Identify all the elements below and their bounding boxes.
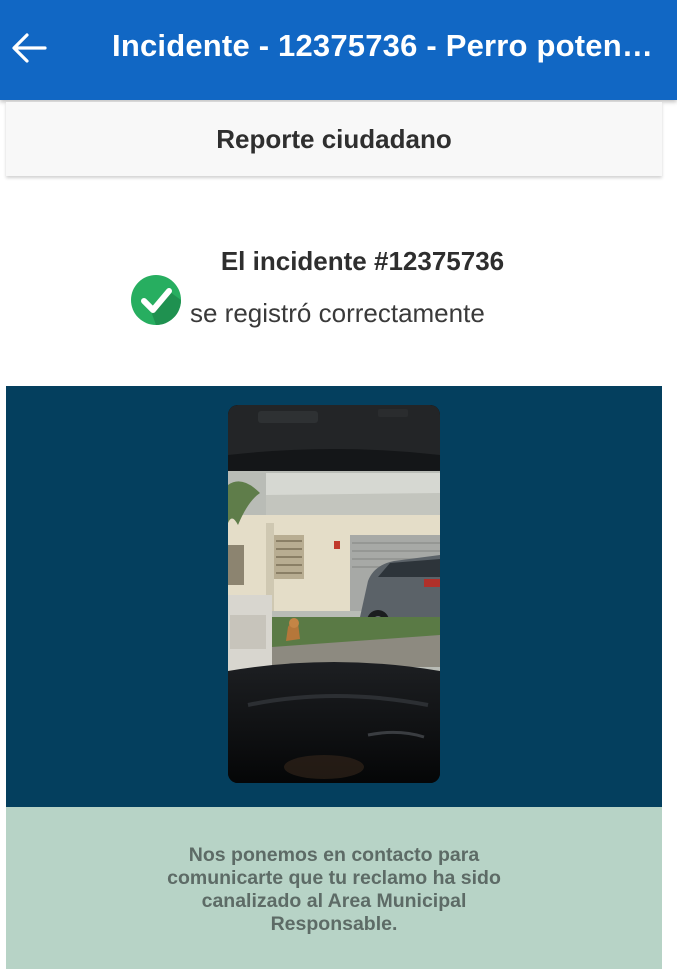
app-bar: Incidente - 12375736 - Perro potencialme… [0, 0, 677, 100]
arrow-left-icon [12, 33, 47, 63]
tab-reporte-ciudadano[interactable]: Reporte ciudadano [216, 124, 451, 155]
confirmation-title: El incidente #12375736 [220, 246, 505, 276]
tab-bar: Reporte ciudadano [6, 102, 662, 176]
page-title: Incidente - 12375736 - Perro potencialme… [112, 28, 668, 63]
back-button[interactable] [6, 22, 52, 74]
message-text: Nos ponemos en contacto para comunicarte… [167, 844, 501, 935]
photo-panel [6, 386, 662, 807]
check-circle-icon [131, 275, 181, 325]
incident-photo[interactable] [228, 405, 440, 783]
message-box: Nos ponemos en contacto para comunicarte… [6, 807, 662, 969]
incident-photo-image [228, 405, 440, 783]
confirmation-subtitle: se registró correctamente [190, 298, 485, 328]
